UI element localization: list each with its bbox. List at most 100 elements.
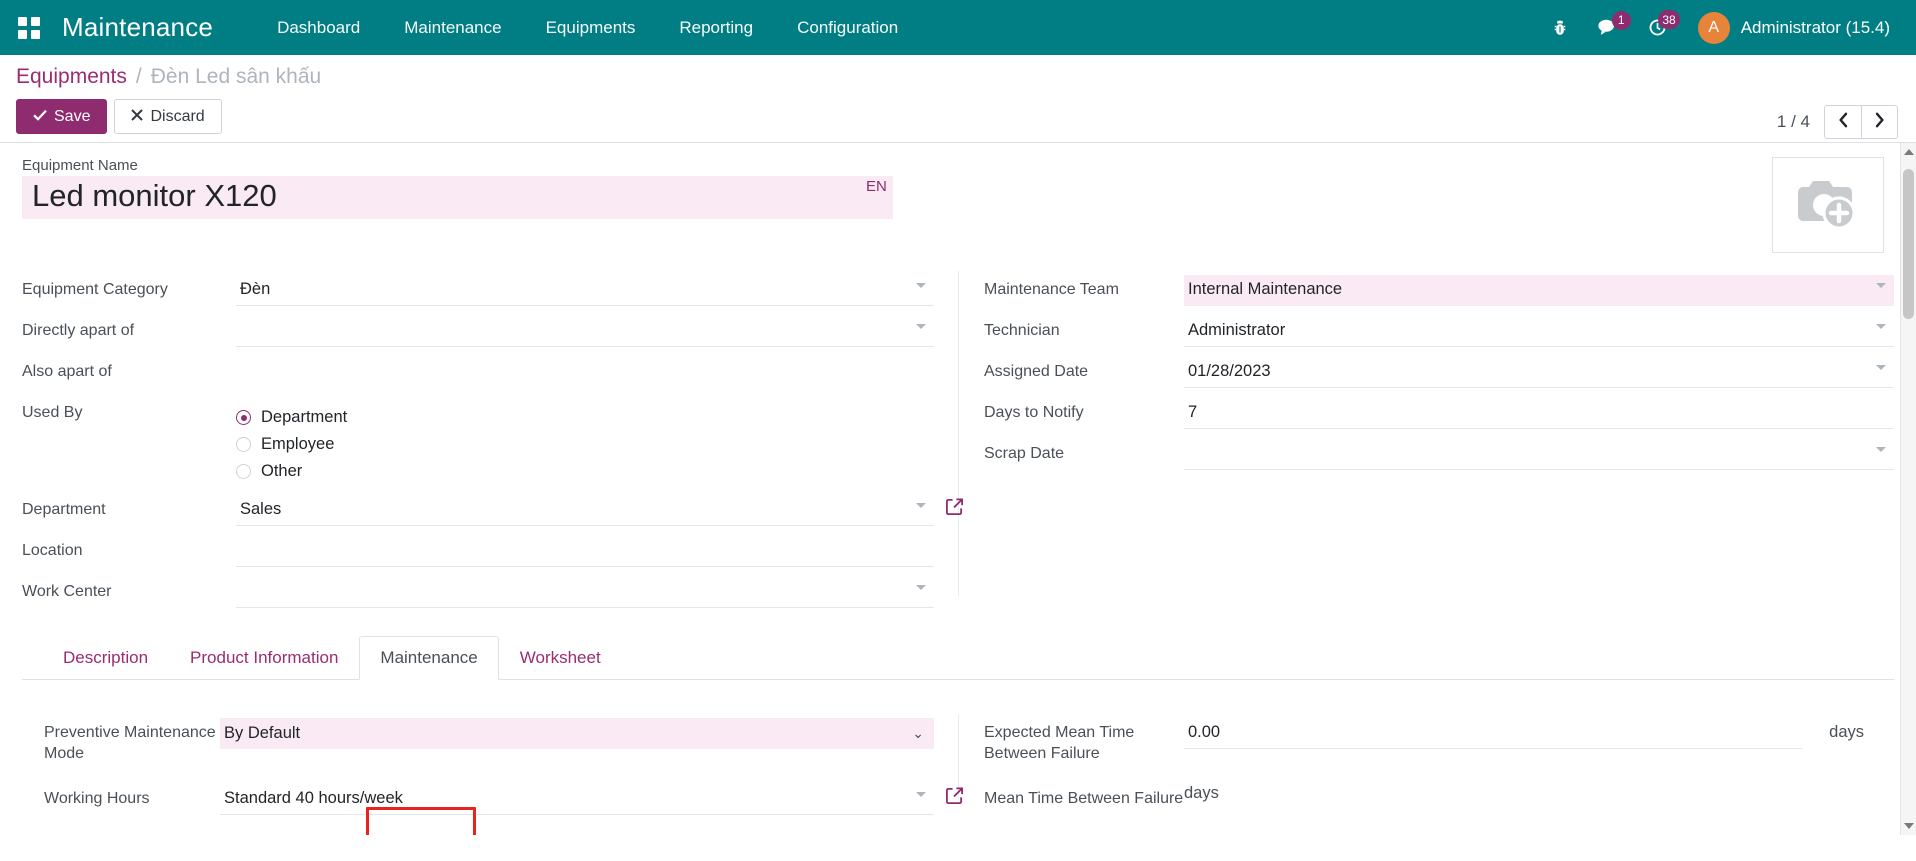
pager-counter[interactable]: 1 / 4 bbox=[1777, 112, 1810, 132]
apps-grid-icon[interactable] bbox=[18, 17, 40, 39]
record-pager: 1 / 4 bbox=[1777, 105, 1898, 139]
assigned-date-input[interactable] bbox=[1184, 357, 1894, 388]
radio-option-other[interactable]: Other bbox=[236, 458, 934, 485]
chevron-right-icon bbox=[1874, 112, 1885, 133]
field-value-preventive-maintenance-mode: By Default After Last Maintenance ⌄ bbox=[220, 714, 934, 749]
tab-worksheet[interactable]: Worksheet bbox=[499, 636, 622, 680]
preventive-maintenance-mode-select[interactable]: By Default After Last Maintenance bbox=[220, 718, 934, 749]
field-label-location: Location bbox=[22, 532, 236, 561]
work-center-input[interactable] bbox=[236, 577, 934, 608]
days-to-notify-input[interactable] bbox=[1184, 398, 1894, 429]
tab-pane-maintenance: Preventive Maintenance Mode By Default A… bbox=[22, 680, 1894, 821]
radio-icon-department[interactable] bbox=[236, 410, 251, 425]
menu-item-maintenance[interactable]: Maintenance bbox=[382, 10, 523, 46]
radio-icon-other[interactable] bbox=[236, 464, 251, 479]
equipment-category-input[interactable] bbox=[236, 275, 934, 306]
scroll-up-arrow-icon[interactable] bbox=[1904, 149, 1914, 155]
mtbf-unit-label: days bbox=[1184, 775, 1219, 802]
user-menu-button[interactable]: A Administrator (15.4) bbox=[1682, 8, 1896, 48]
tab-product-information[interactable]: Product Information bbox=[169, 636, 359, 680]
field-value-directly-apart-of bbox=[236, 312, 934, 347]
field-label-work-center: Work Center bbox=[22, 573, 236, 602]
activities-badge: 38 bbox=[1658, 10, 1679, 29]
messages-button[interactable]: 1 bbox=[1583, 12, 1633, 44]
radio-icon-employee[interactable] bbox=[236, 437, 251, 452]
field-department: Department bbox=[22, 491, 934, 532]
tab-description[interactable]: Description bbox=[42, 636, 169, 680]
vertical-scrollbar[interactable] bbox=[1900, 143, 1916, 835]
maintenance-team-input[interactable] bbox=[1184, 275, 1894, 306]
field-value-work-center bbox=[236, 573, 934, 608]
field-days-to-notify: Days to Notify bbox=[984, 394, 1894, 435]
scroll-down-arrow-icon[interactable] bbox=[1904, 823, 1914, 829]
field-label-directly-apart-of: Directly apart of bbox=[22, 312, 236, 341]
field-also-apart-of: Also apart of bbox=[22, 353, 934, 394]
field-equipment-category: Equipment Category bbox=[22, 271, 934, 312]
form-action-buttons: Save Discard bbox=[16, 99, 1900, 134]
left-field-group: Equipment Category Directly apart of Als… bbox=[22, 271, 958, 614]
expected-mtbf-unit-label: days bbox=[1829, 723, 1864, 742]
tab-maintenance[interactable]: Maintenance bbox=[359, 636, 498, 680]
working-hours-external-link-icon[interactable] bbox=[945, 786, 964, 810]
also-apart-of-input[interactable] bbox=[236, 357, 934, 388]
field-value-scrap-date bbox=[1184, 435, 1894, 470]
department-external-link-icon[interactable] bbox=[945, 497, 964, 521]
working-hours-input[interactable] bbox=[220, 784, 934, 815]
debug-menu-button[interactable] bbox=[1537, 13, 1583, 43]
breadcrumb-separator: / bbox=[136, 65, 142, 89]
save-button[interactable]: Save bbox=[16, 99, 107, 134]
check-icon bbox=[33, 107, 47, 126]
maintenance-left-group: Preventive Maintenance Mode By Default A… bbox=[44, 714, 958, 821]
top-navbar: Maintenance Dashboard Maintenance Equipm… bbox=[0, 0, 1916, 55]
pager-previous-button[interactable] bbox=[1825, 106, 1861, 138]
department-input[interactable] bbox=[236, 495, 934, 526]
expected-mtbf-input[interactable] bbox=[1184, 718, 1802, 749]
equipment-name-input[interactable] bbox=[22, 176, 860, 219]
scrap-date-input[interactable] bbox=[1184, 439, 1894, 470]
chevron-left-icon bbox=[1838, 112, 1849, 133]
directly-apart-of-input[interactable] bbox=[236, 316, 934, 347]
breadcrumb-item-equipments[interactable]: Equipments bbox=[16, 65, 127, 89]
pager-next-button[interactable] bbox=[1861, 106, 1897, 138]
camera-plus-icon bbox=[1791, 173, 1865, 238]
field-maintenance-team: Maintenance Team bbox=[984, 271, 1894, 312]
notebook-tabs: Description Product Information Maintena… bbox=[22, 636, 1894, 680]
field-value-department bbox=[236, 491, 934, 526]
maintenance-field-groups: Preventive Maintenance Mode By Default A… bbox=[44, 714, 1872, 821]
avatar: A bbox=[1698, 12, 1730, 44]
field-label-scrap-date: Scrap Date bbox=[984, 435, 1184, 464]
scrollbar-thumb[interactable] bbox=[1903, 169, 1914, 319]
field-assigned-date: Assigned Date bbox=[984, 353, 1894, 394]
menu-item-reporting[interactable]: Reporting bbox=[657, 10, 775, 46]
menu-item-dashboard[interactable]: Dashboard bbox=[255, 10, 382, 46]
field-value-also-apart-of bbox=[236, 353, 934, 388]
field-value-maintenance-team bbox=[1184, 271, 1894, 306]
column-divider bbox=[958, 271, 959, 596]
field-value-location bbox=[236, 532, 934, 567]
bug-icon bbox=[1551, 19, 1569, 37]
app-brand-title[interactable]: Maintenance bbox=[62, 12, 213, 43]
breadcrumb: Equipments / Đèn Led sân khấu bbox=[16, 65, 1900, 89]
menu-item-equipments[interactable]: Equipments bbox=[524, 10, 658, 46]
equipment-name-label: Equipment Name bbox=[22, 157, 922, 174]
location-input[interactable] bbox=[236, 536, 934, 567]
radio-option-department[interactable]: Department bbox=[236, 404, 934, 431]
radio-option-employee[interactable]: Employee bbox=[236, 431, 934, 458]
field-value-assigned-date bbox=[1184, 353, 1894, 388]
times-icon bbox=[131, 107, 143, 126]
equipment-image-upload[interactable] bbox=[1772, 157, 1884, 253]
technician-input[interactable] bbox=[1184, 316, 1894, 347]
discard-button[interactable]: Discard bbox=[114, 99, 221, 134]
equipment-name-block: Equipment Name EN bbox=[22, 157, 922, 219]
activities-button[interactable]: 38 bbox=[1633, 11, 1682, 44]
translation-lang-badge[interactable]: EN bbox=[860, 176, 893, 219]
field-label-mtbf: Mean Time Between Failure bbox=[984, 780, 1184, 809]
field-label-preventive-maintenance-mode: Preventive Maintenance Mode bbox=[44, 714, 220, 764]
field-value-expected-mtbf: days bbox=[1184, 714, 1872, 749]
field-location: Location bbox=[22, 532, 934, 573]
field-label-equipment-category: Equipment Category bbox=[22, 271, 236, 300]
menu-item-configuration[interactable]: Configuration bbox=[775, 10, 920, 46]
field-value-days-to-notify bbox=[1184, 394, 1894, 429]
field-value-technician bbox=[1184, 312, 1894, 347]
form-sheet: Equipment Name EN bbox=[0, 143, 1916, 821]
